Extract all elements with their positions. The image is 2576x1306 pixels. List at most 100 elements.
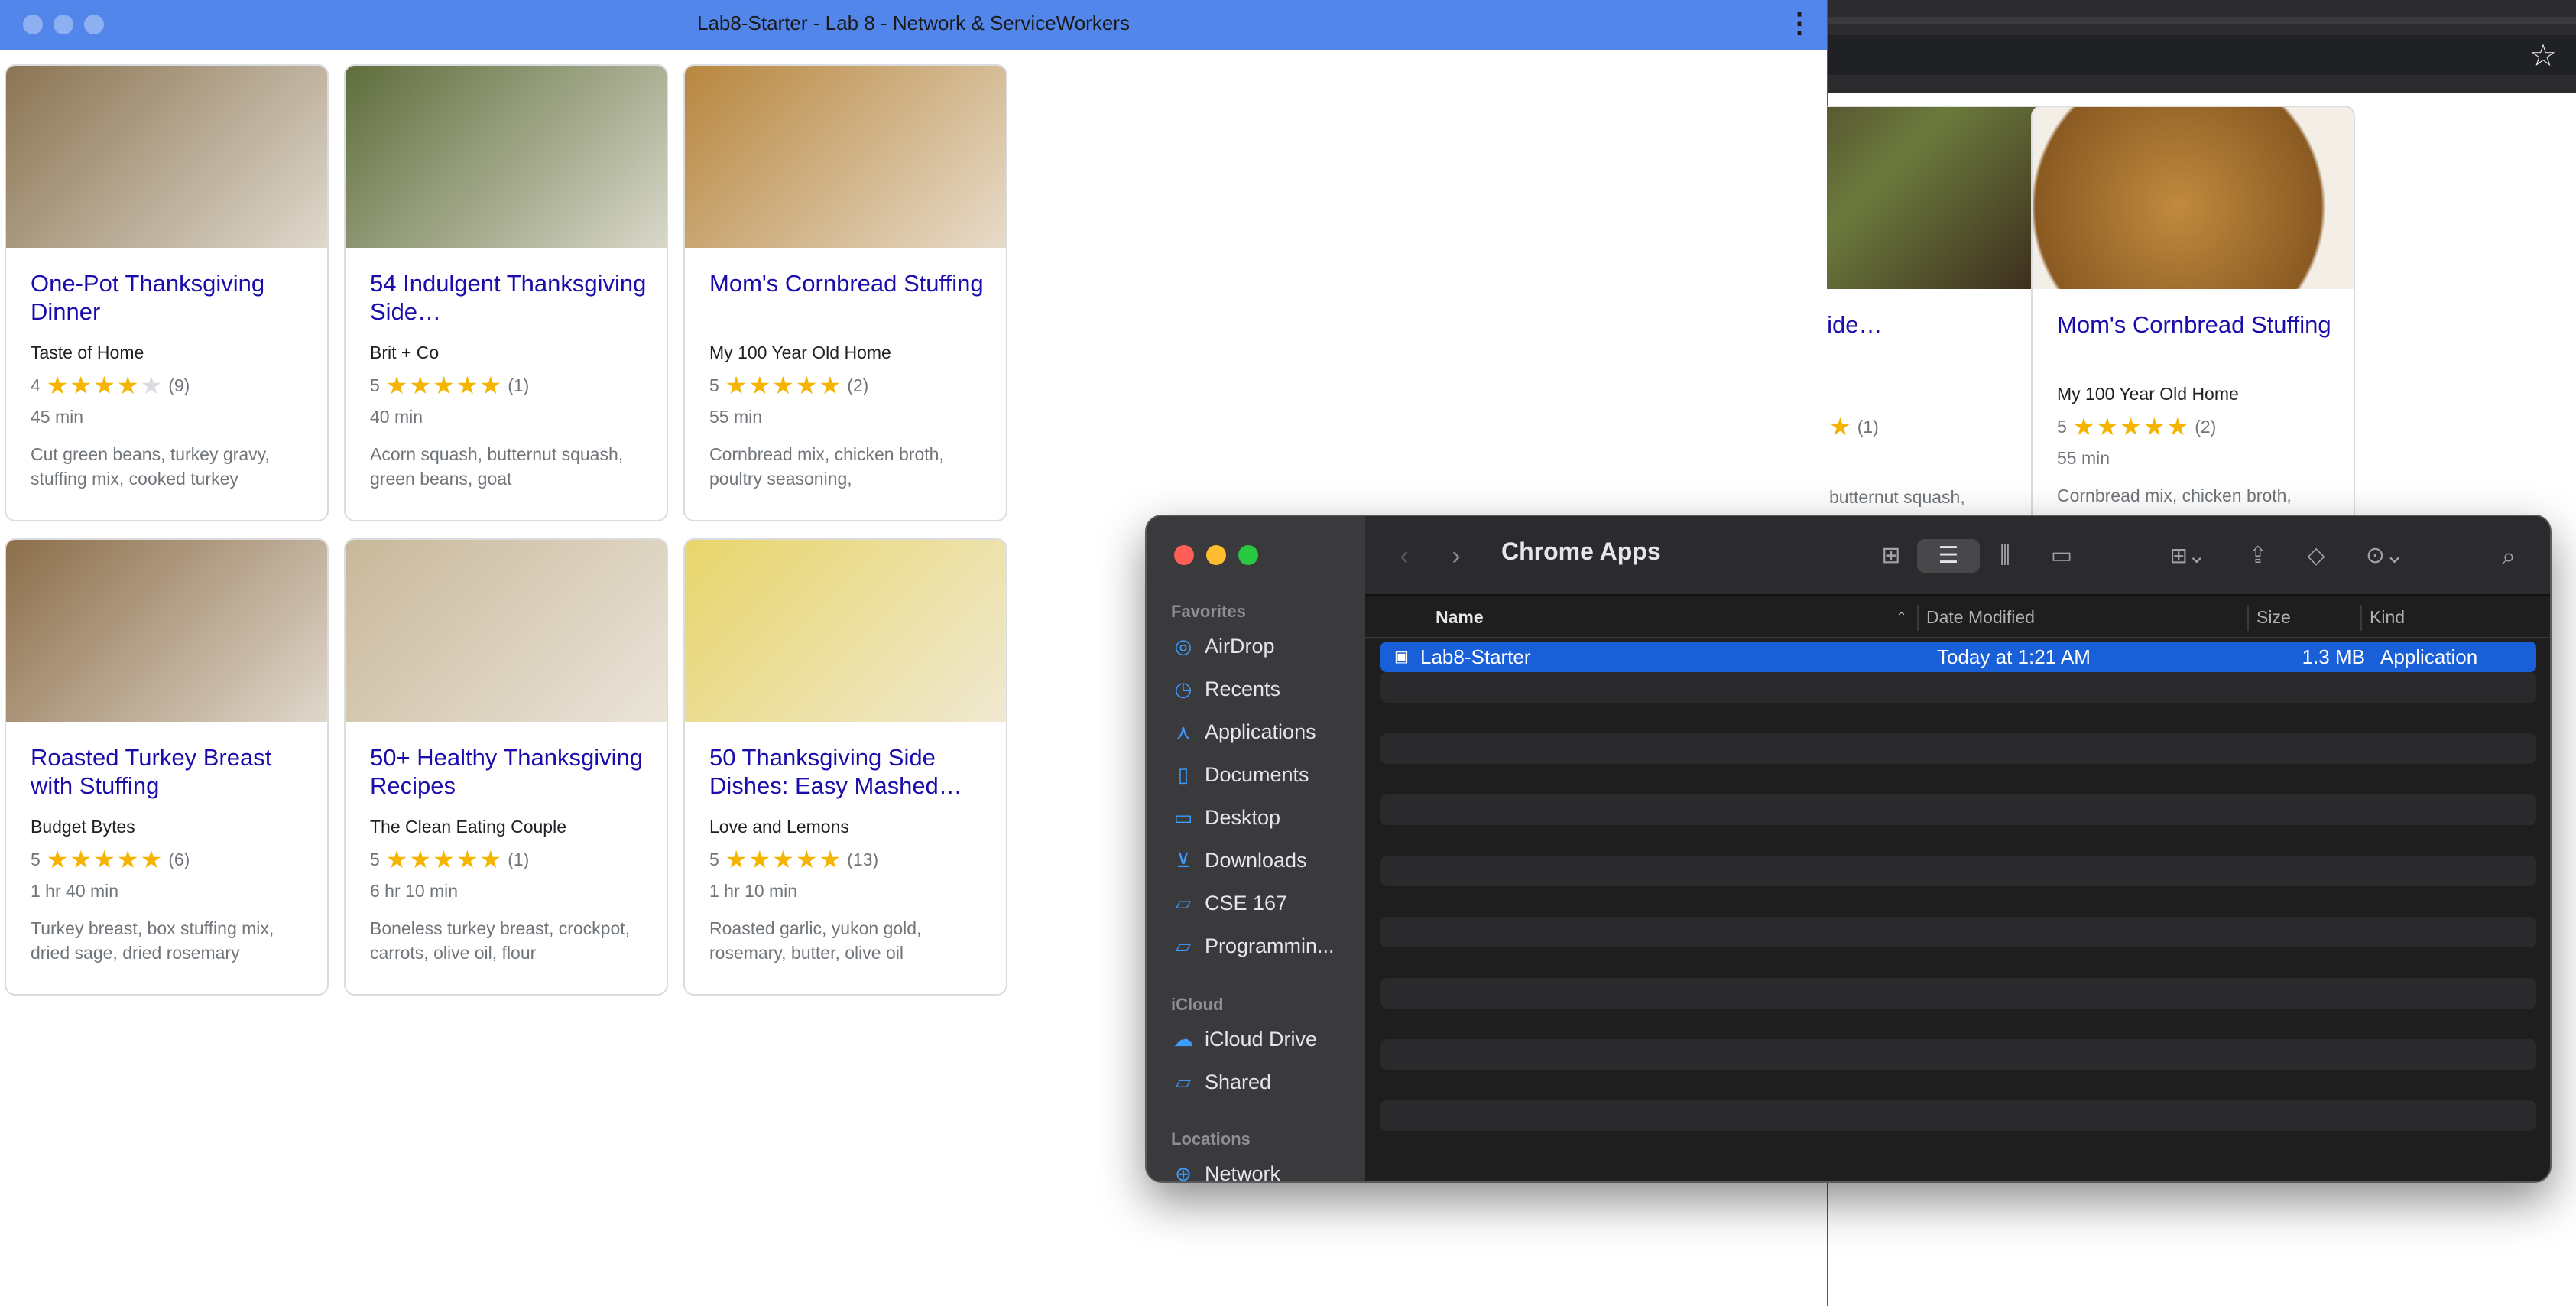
recipe-card[interactable]: One-Pot Thanksgiving Dinner Taste of Home… <box>5 64 329 521</box>
recipe-source: Taste of Home <box>31 343 144 362</box>
empty-row <box>1380 764 2536 794</box>
bg-recipe-card[interactable]: Mom's Cornbread Stuffing My 100 Year Old… <box>2031 106 2355 563</box>
column-header: Name ⌃ Date Modified Size Kind <box>1365 596 2550 638</box>
recipe-ingredients: Acorn squash, butternut squash, green be… <box>370 444 624 489</box>
sidebar-item-desktop[interactable]: ▭ Desktop <box>1171 802 1362 833</box>
recipe-ingredients: Cut green beans, turkey gravy, stuffing … <box>31 444 270 489</box>
finder-sidebar: Favorites ◎ AirDrop ◷ Recents ⋏ Applications ▯… <box>1147 516 1365 1183</box>
recipe-time: 55 min <box>709 407 763 427</box>
forward-button[interactable]: › <box>1445 539 1468 573</box>
minimize-window-button[interactable] <box>1206 545 1226 565</box>
recipe-source: The Clean Eating Couple <box>370 817 566 837</box>
column-kind[interactable]: Kind <box>2370 596 2405 638</box>
sidebar-item-label: AirDrop <box>1205 634 1275 658</box>
close-window-button[interactable] <box>1174 545 1194 565</box>
recipe-title[interactable]: One-Pot Thanksgiving Dinner <box>31 269 315 326</box>
recipe-ingredients: Roasted garlic, yukon gold, rosemary, bu… <box>709 918 922 963</box>
recipe-card[interactable]: 50 Thanksgiving Side Dishes: Easy Mashed… <box>683 538 1007 996</box>
recipe-title[interactable]: Mom's Cornbread Stuffing <box>2057 310 2341 367</box>
recipe-title[interactable]: Mom's Cornbread Stuffing <box>709 269 994 326</box>
shared-folder-icon: ▱ <box>1176 1070 1191 1093</box>
file-size: 1.3 MB <box>2302 645 2365 668</box>
sidebar-section-locations: Locations <box>1171 1129 1251 1148</box>
column-name[interactable]: Name <box>1436 596 1484 638</box>
star-rating: ★ ★ ★ ★ ★ <box>47 847 162 872</box>
star-icon: ★ <box>772 846 794 873</box>
column-divider[interactable] <box>2360 605 2362 631</box>
empty-row <box>1380 1039 2536 1070</box>
empty-row <box>1380 733 2536 764</box>
recipe-title[interactable]: 50+ Healthy Thanksgiving Recipes <box>370 743 654 800</box>
more-actions-icon[interactable]: ⊙⌄ <box>2354 539 2415 573</box>
column-size[interactable]: Size <box>2256 596 2291 638</box>
recipe-source: My 100 Year Old Home <box>709 343 891 362</box>
zoom-window-button[interactable] <box>1238 545 1258 565</box>
recipe-title[interactable]: 54 Indulgent Thanksgiving Side… <box>370 269 654 326</box>
star-icon: ★ <box>456 846 479 873</box>
recipe-card[interactable]: Roasted Turkey Breast with Stuffing Budge… <box>5 538 329 996</box>
folder-icon: ▱ <box>1176 891 1191 915</box>
sidebar-item-downloads[interactable]: ⊻ Downloads <box>1171 845 1362 876</box>
recipe-time: 1 hr 10 min <box>709 881 798 901</box>
tag-icon[interactable]: ◇ <box>2301 539 2331 573</box>
empty-row <box>1380 794 2536 825</box>
empty-row <box>1380 672 2536 703</box>
share-icon[interactable]: ⇪ <box>2243 539 2273 573</box>
sidebar-item-label: Desktop <box>1205 805 1281 829</box>
empty-row <box>1380 917 2536 947</box>
recipe-title[interactable]: 50 Thanksgiving Side Dishes: Easy Mashed… <box>709 743 994 800</box>
recipe-time: 1 hr 40 min <box>31 881 119 901</box>
file-kind: Application <box>2380 645 2478 668</box>
recipe-rating: 5 ★ ★ ★ ★ ★ (1) <box>370 373 529 398</box>
file-row[interactable]: ▣ Lab8-Starter Today at 1:21 AM 1.3 MB Appli… <box>1380 642 2536 672</box>
recipe-card[interactable]: Mom's Cornbread Stuffing My 100 Year Old … <box>683 64 1007 521</box>
background-address-bar[interactable] <box>1828 35 2576 75</box>
recipe-image <box>685 66 1006 248</box>
recipe-card[interactable]: 54 Indulgent Thanksgiving Side… Brit + Co… <box>344 64 668 521</box>
star-icon: ★ <box>456 372 479 399</box>
app-title-bar[interactable]: Lab8-Starter - Lab 8 - Network & Service… <box>0 0 1827 50</box>
column-view-button[interactable]: ⫼ <box>1986 539 2024 573</box>
network-icon: ⊕ <box>1175 1161 1192 1183</box>
list-view-button[interactable]: ☰ <box>1917 539 1980 573</box>
star-icon: ★ <box>2143 413 2166 440</box>
sidebar-item-recents[interactable]: ◷ Recents <box>1171 674 1362 704</box>
sidebar-item-documents[interactable]: ▯ Documents <box>1171 759 1362 790</box>
sidebar-item-icloud-drive[interactable]: ☁ iCloud Drive <box>1171 1024 1362 1054</box>
recipe-title[interactable]: Roasted Turkey Breast with Stuffing <box>31 743 315 800</box>
more-menu-icon[interactable]: ⋮ <box>1786 8 1813 38</box>
recipe-image <box>6 66 327 248</box>
gallery-view-button[interactable]: ▭ <box>2042 539 2081 573</box>
rating-value: 4 <box>31 375 41 395</box>
group-button[interactable]: ⊞⌄ <box>2157 539 2218 573</box>
cloud-icon: ☁ <box>1173 1027 1193 1051</box>
star-icon: ★ <box>433 846 455 873</box>
sort-ascending-icon: ⌃ <box>1896 609 1908 625</box>
icon-view-button[interactable]: ⊞ <box>1874 539 1908 573</box>
star-icon: ★ <box>140 846 163 873</box>
bookmark-star-icon[interactable]: ☆ <box>2529 38 2557 73</box>
sidebar-item-network[interactable]: ⊕ Network <box>1171 1158 1362 1183</box>
sidebar-item-shared[interactable]: ▱ Shared <box>1171 1067 1362 1097</box>
recipe-rating: 5 ★ ★ ★ ★ ★ (2) <box>2057 414 2216 439</box>
star-icon: ★ <box>116 372 139 399</box>
recipe-card[interactable]: 50+ Healthy Thanksgiving Recipes The Clea… <box>344 538 668 996</box>
search-icon[interactable]: ⌕ <box>2493 539 2524 573</box>
sidebar-item-programmin[interactable]: ▱ Programmin... <box>1171 931 1362 961</box>
sidebar-item-airdrop[interactable]: ◎ AirDrop <box>1171 631 1362 661</box>
review-count: (2) <box>2195 416 2217 437</box>
sidebar-item-applications[interactable]: ⋏ Applications <box>1171 716 1362 747</box>
star-icon: ★ <box>409 372 432 399</box>
star-icon: ★ <box>725 846 748 873</box>
file-list: ▣ Lab8-Starter Today at 1:21 AM 1.3 MB Appli… <box>1365 638 2550 1181</box>
column-divider[interactable] <box>1917 605 1919 631</box>
sidebar-item-cse-167[interactable]: ▱ CSE 167 <box>1171 888 1362 918</box>
column-divider[interactable] <box>2247 605 2249 631</box>
finder-window: Favorites ◎ AirDrop ◷ Recents ⋏ Applications ▯… <box>1145 515 2552 1183</box>
column-date-modified[interactable]: Date Modified <box>1926 596 2035 638</box>
star-rating: ★ ★ ★ ★ ★ <box>47 373 162 398</box>
back-button[interactable]: ‹ <box>1393 539 1416 573</box>
recipe-image <box>2033 107 2354 289</box>
background-tab-strip <box>1828 17 2576 24</box>
review-count: (9) <box>168 375 190 395</box>
